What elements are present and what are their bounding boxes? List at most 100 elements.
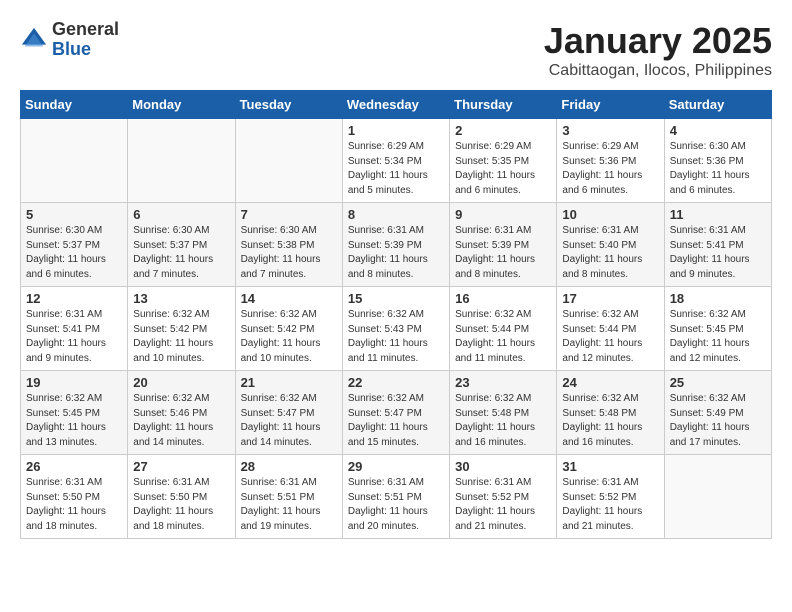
day-info: Sunrise: 6:30 AM Sunset: 5:38 PM Dayligh… <box>241 224 337 282</box>
calendar-cell: 26 Sunrise: 6:31 AM Sunset: 5:50 PM Dayli… <box>21 455 128 539</box>
day-number: 29 <box>348 459 444 474</box>
day-number: 14 <box>241 291 337 306</box>
calendar-cell: 29Sunrise: 6:31 AM Sunset: 5:51 PM Dayli… <box>342 455 449 539</box>
day-info: Sunrise: 6:31 AM Sunset: 5:52 PM Dayligh… <box>562 476 658 534</box>
logo-blue: Blue <box>52 40 119 60</box>
day-number: 13 <box>133 291 229 306</box>
calendar-cell: 12Sunrise: 6:31 AM Sunset: 5:41 PM Dayli… <box>21 287 128 371</box>
day-number: 23 <box>455 375 551 390</box>
calendar-header-tuesday: Tuesday <box>235 91 342 119</box>
calendar-header-wednesday: Wednesday <box>342 91 449 119</box>
calendar-cell <box>664 455 771 539</box>
day-info: Sunrise: 6:31 AM Sunset: 5:52 PM Dayligh… <box>455 476 551 534</box>
calendar-week-row: 1 Sunrise: 6:29 AM Sunset: 5:34 PM Daylig… <box>21 119 772 203</box>
day-number: 6 <box>133 207 229 222</box>
day-number: 1 <box>348 123 444 138</box>
calendar-header-sunday: Sunday <box>21 91 128 119</box>
subtitle: Cabittaogan, Ilocos, Philippines <box>544 62 772 80</box>
day-info: Sunrise: 6:32 AM Sunset: 5:48 PM Dayligh… <box>562 392 658 450</box>
day-info: Sunrise: 6:30 AM Sunset: 5:37 PM Dayligh… <box>133 224 229 282</box>
calendar-cell: 8 Sunrise: 6:31 AM Sunset: 5:39 PM Daylig… <box>342 203 449 287</box>
day-number: 25 <box>670 375 766 390</box>
day-info: Sunrise: 6:29 AM Sunset: 5:36 PM Dayligh… <box>562 140 658 198</box>
day-number: 30 <box>455 459 551 474</box>
day-number: 17 <box>562 291 658 306</box>
calendar-cell: 19 Sunrise: 6:32 AM Sunset: 5:45 PM Dayli… <box>21 371 128 455</box>
calendar-cell <box>128 119 235 203</box>
day-number: 7 <box>241 207 337 222</box>
calendar-cell: 6 Sunrise: 6:30 AM Sunset: 5:37 PM Daylig… <box>128 203 235 287</box>
calendar-cell: 18Sunrise: 6:32 AM Sunset: 5:45 PM Dayli… <box>664 287 771 371</box>
logo: General Blue <box>20 20 119 60</box>
calendar-cell: 30 Sunrise: 6:31 AM Sunset: 5:52 PM Dayli… <box>450 455 557 539</box>
calendar-cell: 23 Sunrise: 6:32 AM Sunset: 5:48 PM Dayli… <box>450 371 557 455</box>
calendar-cell: 27 Sunrise: 6:31 AM Sunset: 5:50 PM Dayli… <box>128 455 235 539</box>
day-info: Sunrise: 6:32 AM Sunset: 5:42 PM Dayligh… <box>133 308 229 366</box>
day-info: Sunrise: 6:30 AM Sunset: 5:36 PM Dayligh… <box>670 140 766 198</box>
calendar-cell: 17 Sunrise: 6:32 AM Sunset: 5:44 PM Dayli… <box>557 287 664 371</box>
day-number: 5 <box>26 207 122 222</box>
calendar-cell: 4 Sunrise: 6:30 AM Sunset: 5:36 PM Daylig… <box>664 119 771 203</box>
calendar-cell: 5 Sunrise: 6:30 AM Sunset: 5:37 PM Daylig… <box>21 203 128 287</box>
day-number: 20 <box>133 375 229 390</box>
calendar-cell: 11Sunrise: 6:31 AM Sunset: 5:41 PM Dayli… <box>664 203 771 287</box>
day-number: 8 <box>348 207 444 222</box>
calendar-cell: 21Sunrise: 6:32 AM Sunset: 5:47 PM Dayli… <box>235 371 342 455</box>
day-number: 31 <box>562 459 658 474</box>
calendar-cell: 1 Sunrise: 6:29 AM Sunset: 5:34 PM Daylig… <box>342 119 449 203</box>
calendar-week-row: 26 Sunrise: 6:31 AM Sunset: 5:50 PM Dayli… <box>21 455 772 539</box>
title-block: January 2025 Cabittaogan, Ilocos, Philip… <box>544 20 772 80</box>
day-info: Sunrise: 6:31 AM Sunset: 5:50 PM Dayligh… <box>133 476 229 534</box>
day-info: Sunrise: 6:31 AM Sunset: 5:41 PM Dayligh… <box>670 224 766 282</box>
day-info: Sunrise: 6:32 AM Sunset: 5:45 PM Dayligh… <box>26 392 122 450</box>
calendar-cell: 13 Sunrise: 6:32 AM Sunset: 5:42 PM Dayli… <box>128 287 235 371</box>
day-info: Sunrise: 6:32 AM Sunset: 5:47 PM Dayligh… <box>241 392 337 450</box>
day-info: Sunrise: 6:32 AM Sunset: 5:44 PM Dayligh… <box>562 308 658 366</box>
day-info: Sunrise: 6:32 AM Sunset: 5:42 PM Dayligh… <box>241 308 337 366</box>
calendar-cell: 7 Sunrise: 6:30 AM Sunset: 5:38 PM Daylig… <box>235 203 342 287</box>
logo-general: General <box>52 20 119 40</box>
day-info: Sunrise: 6:32 AM Sunset: 5:49 PM Dayligh… <box>670 392 766 450</box>
day-number: 28 <box>241 459 337 474</box>
day-number: 24 <box>562 375 658 390</box>
day-info: Sunrise: 6:30 AM Sunset: 5:37 PM Dayligh… <box>26 224 122 282</box>
day-number: 26 <box>26 459 122 474</box>
day-number: 15 <box>348 291 444 306</box>
day-number: 9 <box>455 207 551 222</box>
page-header: General Blue January 2025 Cabittaogan, I… <box>20 20 772 80</box>
day-info: Sunrise: 6:31 AM Sunset: 5:50 PM Dayligh… <box>26 476 122 534</box>
calendar-cell: 28 Sunrise: 6:31 AM Sunset: 5:51 PM Dayli… <box>235 455 342 539</box>
day-info: Sunrise: 6:31 AM Sunset: 5:39 PM Dayligh… <box>348 224 444 282</box>
day-info: Sunrise: 6:32 AM Sunset: 5:44 PM Dayligh… <box>455 308 551 366</box>
calendar-cell: 25 Sunrise: 6:32 AM Sunset: 5:49 PM Dayli… <box>664 371 771 455</box>
calendar-header-monday: Monday <box>128 91 235 119</box>
day-number: 4 <box>670 123 766 138</box>
calendar-header-friday: Friday <box>557 91 664 119</box>
main-title: January 2025 <box>544 20 772 62</box>
calendar-cell: 10 Sunrise: 6:31 AM Sunset: 5:40 PM Dayli… <box>557 203 664 287</box>
day-info: Sunrise: 6:31 AM Sunset: 5:40 PM Dayligh… <box>562 224 658 282</box>
calendar-cell: 3 Sunrise: 6:29 AM Sunset: 5:36 PM Daylig… <box>557 119 664 203</box>
logo-icon <box>20 26 48 54</box>
day-info: Sunrise: 6:32 AM Sunset: 5:48 PM Dayligh… <box>455 392 551 450</box>
calendar-cell: 2 Sunrise: 6:29 AM Sunset: 5:35 PM Daylig… <box>450 119 557 203</box>
calendar-cell: 24 Sunrise: 6:32 AM Sunset: 5:48 PM Dayli… <box>557 371 664 455</box>
day-number: 3 <box>562 123 658 138</box>
calendar-cell: 9Sunrise: 6:31 AM Sunset: 5:39 PM Daylig… <box>450 203 557 287</box>
calendar-header-row: SundayMondayTuesdayWednesdayThursdayFrid… <box>21 91 772 119</box>
day-number: 18 <box>670 291 766 306</box>
day-number: 27 <box>133 459 229 474</box>
day-number: 19 <box>26 375 122 390</box>
day-info: Sunrise: 6:32 AM Sunset: 5:46 PM Dayligh… <box>133 392 229 450</box>
day-info: Sunrise: 6:32 AM Sunset: 5:47 PM Dayligh… <box>348 392 444 450</box>
calendar-table: SundayMondayTuesdayWednesdayThursdayFrid… <box>20 90 772 539</box>
day-info: Sunrise: 6:31 AM Sunset: 5:51 PM Dayligh… <box>241 476 337 534</box>
day-info: Sunrise: 6:32 AM Sunset: 5:43 PM Dayligh… <box>348 308 444 366</box>
day-info: Sunrise: 6:29 AM Sunset: 5:35 PM Dayligh… <box>455 140 551 198</box>
calendar-cell: 14 Sunrise: 6:32 AM Sunset: 5:42 PM Dayli… <box>235 287 342 371</box>
day-info: Sunrise: 6:29 AM Sunset: 5:34 PM Dayligh… <box>348 140 444 198</box>
day-number: 2 <box>455 123 551 138</box>
day-number: 12 <box>26 291 122 306</box>
calendar-cell: 20 Sunrise: 6:32 AM Sunset: 5:46 PM Dayli… <box>128 371 235 455</box>
day-number: 10 <box>562 207 658 222</box>
